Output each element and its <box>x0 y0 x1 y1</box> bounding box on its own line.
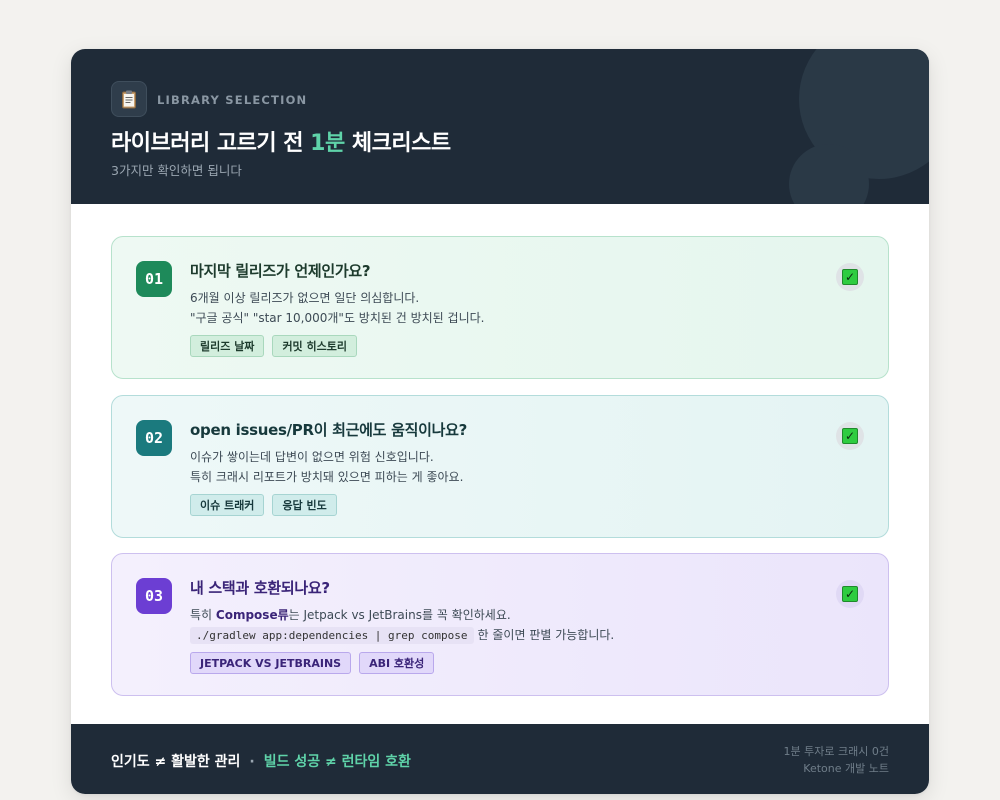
item-title: open issues/PR이 최근에도 움직이나요? <box>190 421 467 439</box>
item-description: ./gradlew app:dependencies | grep compos… <box>190 626 615 644</box>
item-description: "구글 공식" "star 10,000개"도 방치된 건 방치된 겁니다. <box>190 311 485 325</box>
desc-text: 한 줄이면 판별 가능합니다. <box>477 628 615 642</box>
clipboard-icon <box>111 81 147 117</box>
desc-text: 특히 <box>190 608 216 622</box>
checklist-item: 03 내 스택과 호환되나요? 특히 Compose류는 Jetpack vs … <box>111 553 889 696</box>
item-checkbox[interactable]: ✓ <box>836 580 864 608</box>
code-snippet: ./gradlew app:dependencies | grep compos… <box>190 627 474 644</box>
footer-point: 인기도 ≠ 활발한 관리 <box>111 754 241 770</box>
eyebrow-label: LIBRARY SELECTION <box>157 93 308 107</box>
tag: JETPACK VS JETBRAINS <box>190 652 352 674</box>
footer: 인기도 ≠ 활발한 관리 · 빌드 성공 ≠ 런타임 호환 1분 투자로 크래시 0… <box>71 724 929 794</box>
page-title: 라이브러리 고르기 전 1분 체크리스트 <box>111 125 451 157</box>
item-title: 마지막 릴리즈가 언제인가요? <box>190 262 371 280</box>
tag-list: JETPACK VS JETBRAINS ABI 호환성 <box>190 652 435 674</box>
item-number-badge: 02 <box>136 420 172 456</box>
tag: 릴리즈 날짜 <box>190 335 265 357</box>
item-description: 6개월 이상 릴리즈가 없으면 일단 의심합니다. <box>190 291 420 305</box>
item-description: 이슈가 쌓이는데 답변이 없으면 위험 신호입니다. <box>190 450 434 464</box>
item-checkbox[interactable]: ✓ <box>836 422 864 450</box>
item-number-badge: 01 <box>136 261 172 297</box>
tag: 이슈 트래커 <box>190 494 265 516</box>
tag: 응답 빈도 <box>272 494 337 516</box>
check-icon: ✓ <box>842 586 858 602</box>
check-icon: ✓ <box>842 428 858 444</box>
item-description: 특히 크래시 리포트가 방치돼 있으면 피하는 게 좋아요. <box>190 470 464 484</box>
checklist-card: LIBRARY SELECTION 라이브러리 고르기 전 1분 체크리스트 3… <box>71 49 929 794</box>
title-prefix: 라이브러리 고르기 전 <box>111 131 311 156</box>
item-checkbox[interactable]: ✓ <box>836 263 864 291</box>
footer-point: 빌드 성공 ≠ 런타임 호환 <box>263 754 411 770</box>
desc-text: 는 Jetpack vs JetBrains를 꼭 확인하세요. <box>288 608 511 622</box>
item-title: 내 스택과 호환되나요? <box>190 579 330 597</box>
page-subtitle: 3가지만 확인하면 됩니다 <box>111 163 242 178</box>
footer-note: 1분 투자로 크래시 0건 <box>783 745 889 758</box>
tag: 커밋 히스토리 <box>272 335 357 357</box>
checklist-item: 01 마지막 릴리즈가 언제인가요? 6개월 이상 릴리즈가 없으면 일단 의심… <box>111 236 889 379</box>
separator: · <box>249 754 255 770</box>
item-number-badge: 03 <box>136 578 172 614</box>
title-accent: 1분 <box>310 131 345 156</box>
footer-author: Ketone 개발 노트 <box>803 762 889 775</box>
tag-list: 릴리즈 날짜 커밋 히스토리 <box>190 335 357 357</box>
title-suffix: 체크리스트 <box>344 131 451 156</box>
tag: ABI 호환성 <box>359 652 435 674</box>
checklist-item: 02 open issues/PR이 최근에도 움직이나요? 이슈가 쌓이는데 … <box>111 395 889 538</box>
tag-list: 이슈 트래커 응답 빈도 <box>190 494 337 516</box>
check-icon: ✓ <box>842 269 858 285</box>
footer-summary: 인기도 ≠ 활발한 관리 · 빌드 성공 ≠ 런타임 호환 <box>111 751 411 771</box>
item-description: 특히 Compose류는 Jetpack vs JetBrains를 꼭 확인하… <box>190 606 511 623</box>
header: LIBRARY SELECTION 라이브러리 고르기 전 1분 체크리스트 3… <box>71 49 929 204</box>
desc-bold: Compose류 <box>215 608 289 622</box>
